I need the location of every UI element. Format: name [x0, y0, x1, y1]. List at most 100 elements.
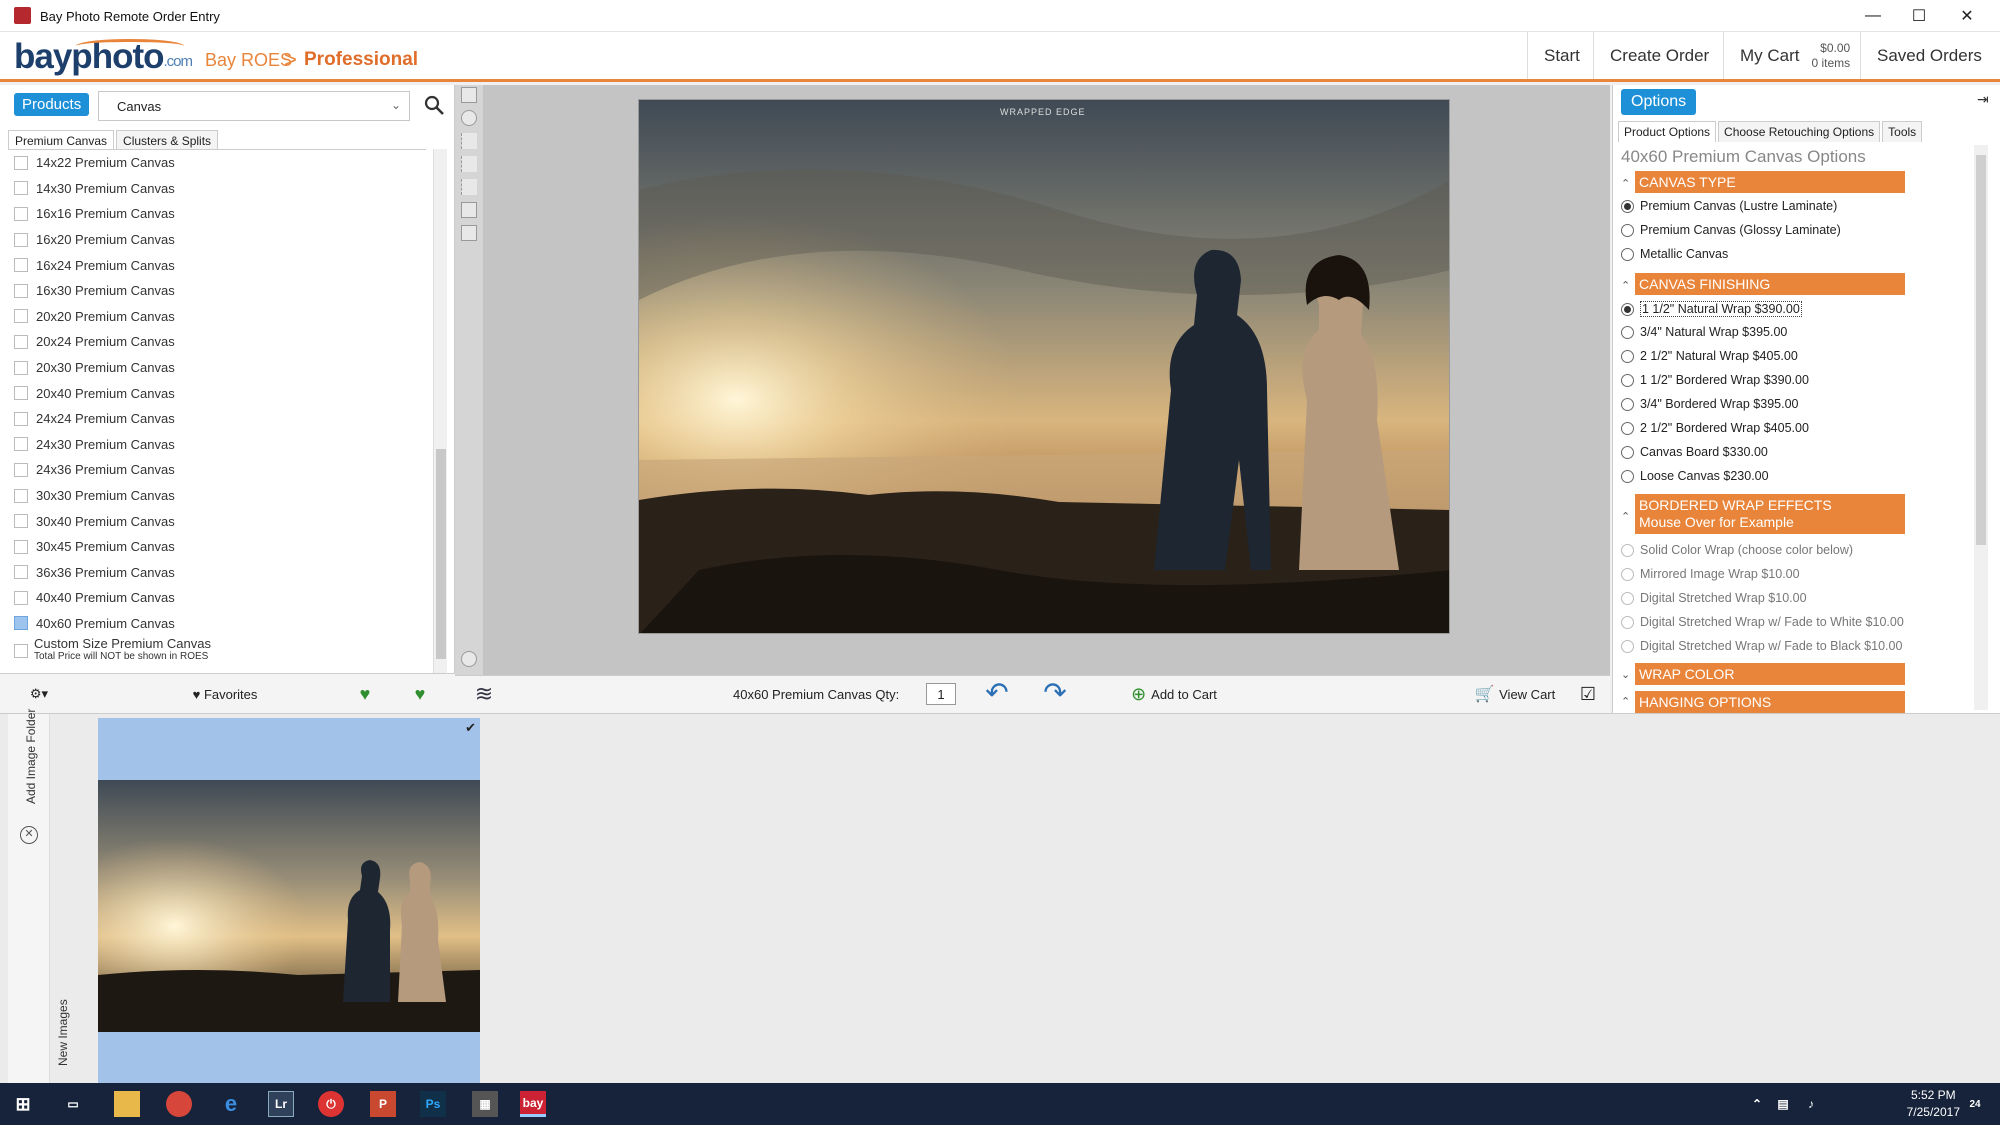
checkbox[interactable] [14, 232, 28, 247]
radio-canvas-finishing[interactable]: 2 1/2" Bordered Wrap $405.00 [1621, 421, 1809, 435]
collapse-panel-icon[interactable]: ⇥ [1977, 91, 1989, 108]
checkbox[interactable] [14, 334, 28, 349]
tab-premium-canvas[interactable]: Premium Canvas [8, 130, 115, 150]
add-image-folder-button[interactable]: Add Image Folder [24, 709, 38, 804]
rotate-icon[interactable] [461, 110, 477, 126]
view-cart-button[interactable]: 🛒 View Cart [1455, 680, 1575, 708]
guide-icon[interactable] [461, 156, 477, 172]
list-item[interactable]: 30x45 Premium Canvas [8, 534, 426, 560]
network-icon[interactable]: ▤ [1770, 1091, 1796, 1117]
checkbox[interactable] [14, 386, 28, 401]
list-item[interactable]: 24x24 Premium Canvas [8, 406, 426, 432]
radio-canvas-finishing[interactable]: 1 1/2" Bordered Wrap $390.00 [1621, 373, 1809, 387]
list-item[interactable]: 36x36 Premium Canvas [8, 560, 426, 586]
checkbox[interactable] [14, 411, 28, 426]
bayphoto-logo[interactable]: bayphoto.com [14, 37, 193, 77]
radio-wrap-effect[interactable]: Digital Stretched Wrap $10.00 [1621, 591, 1807, 605]
add-to-cart-button[interactable]: ⊕ Add to Cart [1099, 680, 1249, 708]
refresh-icon[interactable] [461, 651, 477, 667]
product-list-scrollbar[interactable] [433, 149, 447, 689]
taskbar-clock[interactable]: 5:52 PM 7/25/2017 [1907, 1087, 1960, 1121]
list-item[interactable]: 16x30 Premium Canvas [8, 278, 426, 304]
checkbox[interactable] [14, 462, 28, 477]
checkbox[interactable] [14, 181, 28, 196]
create-order-button[interactable]: Create Order [1593, 32, 1726, 79]
list-item[interactable]: 30x40 Premium Canvas [8, 508, 426, 534]
radio-canvas-finishing[interactable]: 2 1/2" Natural Wrap $405.00 [1621, 349, 1798, 363]
checkbox[interactable] [14, 488, 28, 503]
options-scrollbar[interactable] [1974, 145, 1988, 710]
list-item-custom-size[interactable]: Custom Size Premium Canvas Total Price wi… [8, 636, 426, 666]
radio-canvas-finishing[interactable]: 3/4" Natural Wrap $395.00 [1621, 325, 1787, 339]
radio-canvas-finishing[interactable]: Loose Canvas $230.00 [1621, 469, 1769, 483]
my-cart-button[interactable]: My Cart $0.00 0 items [1723, 32, 1861, 79]
chevron-up-icon[interactable]: ⌃ [1621, 695, 1630, 708]
section-canvas-finishing[interactable]: CANVAS FINISHING [1635, 273, 1905, 295]
checkbox[interactable] [14, 514, 28, 529]
chrome-icon[interactable] [166, 1091, 192, 1117]
list-item[interactable]: 24x30 Premium Canvas [8, 432, 426, 458]
list-item[interactable]: 24x36 Premium Canvas [8, 457, 426, 483]
radio-wrap-effect[interactable]: Solid Color Wrap (choose color below) [1621, 543, 1853, 557]
favorites-button[interactable]: ♥ Favorites [170, 680, 280, 708]
checkbox[interactable] [14, 309, 28, 324]
photoshop-icon[interactable]: Ps [420, 1091, 446, 1117]
list-item-selected[interactable]: 40x60 Premium Canvas [8, 611, 426, 637]
remove-favorite-icon[interactable]: ♥ [405, 680, 435, 708]
radio-wrap-effect[interactable]: Digital Stretched Wrap w/ Fade to Black … [1621, 639, 1902, 653]
undo-icon[interactable]: ↶ [975, 677, 1019, 708]
power-app-icon[interactable]: ⏻ [318, 1091, 344, 1117]
guide-icon[interactable] [461, 133, 477, 149]
tab-tools[interactable]: Tools [1882, 121, 1923, 142]
start-button[interactable]: Start [1527, 32, 1596, 79]
checkbox[interactable] [14, 206, 28, 221]
calculator-icon[interactable]: ▦ [472, 1091, 498, 1117]
checkbox[interactable] [14, 360, 28, 375]
radio-canvas-type[interactable]: Premium Canvas (Glossy Laminate) [1621, 223, 1841, 237]
scroll-thumb[interactable] [1976, 155, 1986, 545]
checkbox[interactable] [14, 258, 28, 273]
chevron-up-icon[interactable]: ⌃ [1621, 510, 1630, 523]
chevron-up-icon[interactable]: ⌃ [1621, 177, 1630, 190]
crop-icon[interactable] [461, 87, 477, 103]
chevron-up-icon[interactable]: ⌃ [1621, 279, 1630, 292]
radio-canvas-finishing[interactable]: 3/4" Bordered Wrap $395.00 [1621, 397, 1798, 411]
section-bordered-wrap-effects[interactable]: BORDERED WRAP EFFECTS Mouse Over for Exam… [1635, 494, 1905, 534]
list-item[interactable]: 20x20 Premium Canvas [8, 304, 426, 330]
list-item[interactable]: 20x24 Premium Canvas [8, 329, 426, 355]
category-select[interactable]: Canvas ⌄ [98, 91, 410, 121]
image-thumbnail[interactable] [98, 780, 480, 1032]
checkbox[interactable] [14, 283, 28, 298]
list-item[interactable]: 16x20 Premium Canvas [8, 227, 426, 253]
fill-icon[interactable] [461, 225, 477, 241]
list-item[interactable]: 16x24 Premium Canvas [8, 252, 426, 278]
list-item[interactable]: 30x30 Premium Canvas [8, 483, 426, 509]
file-explorer-icon[interactable] [114, 1091, 140, 1117]
checkbox[interactable] [14, 565, 28, 580]
tab-product-options[interactable]: Product Options [1618, 121, 1717, 142]
task-view-icon[interactable]: ▭ [60, 1091, 86, 1117]
checkbox[interactable] [14, 616, 28, 631]
section-canvas-type[interactable]: CANVAS TYPE [1635, 171, 1905, 193]
volume-icon[interactable]: ♪ [1798, 1091, 1824, 1117]
radio-canvas-finishing[interactable]: Canvas Board $330.00 [1621, 445, 1768, 459]
add-favorite-icon[interactable]: ♥ [350, 680, 380, 708]
tab-retouching-options[interactable]: Choose Retouching Options [1718, 121, 1881, 142]
list-item[interactable]: 16x16 Premium Canvas [8, 201, 426, 227]
breadcrumb-bay-roes[interactable]: Bay ROES [205, 50, 292, 71]
lightroom-icon[interactable]: Lr [268, 1091, 294, 1117]
canvas-photo[interactable] [638, 99, 1450, 634]
checkbox[interactable] [14, 539, 28, 554]
fit-icon[interactable] [461, 202, 477, 218]
list-item[interactable]: 40x40 Premium Canvas [8, 585, 426, 611]
minimize-button[interactable]: — [1850, 0, 1896, 32]
qty-input[interactable]: 1 [926, 683, 956, 705]
checkbox[interactable] [14, 644, 28, 659]
list-item[interactable]: 20x40 Premium Canvas [8, 380, 426, 406]
scroll-thumb[interactable] [436, 449, 446, 659]
layers-icon[interactable]: ≋ [469, 680, 499, 708]
edge-icon[interactable]: e [218, 1091, 244, 1117]
options-tab[interactable]: Options [1621, 89, 1697, 115]
search-icon[interactable] [422, 93, 446, 117]
section-hanging-options[interactable]: HANGING OPTIONS [1635, 691, 1905, 713]
